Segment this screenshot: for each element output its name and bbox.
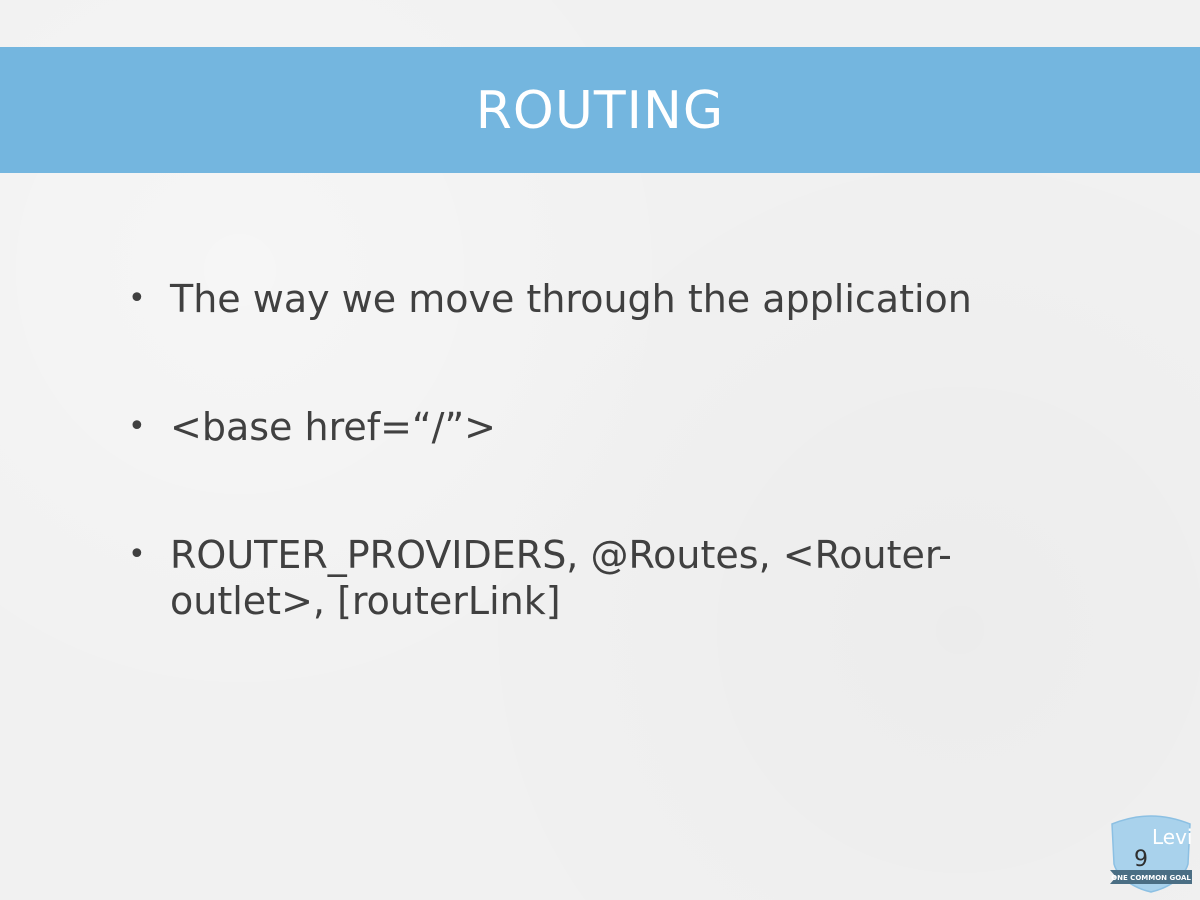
bullet-text: ROUTER_PROVIDERS, @Routes, <Router-outle… (170, 533, 952, 623)
logo-tagline: ONE COMMON GOAL (1111, 874, 1191, 882)
bullet-item: • ROUTER_PROVIDERS, @Routes, <Router-out… (128, 532, 1028, 624)
bullet-icon: • (128, 537, 146, 572)
bullet-item: • The way we move through the applicatio… (128, 276, 1028, 322)
bullet-icon: • (128, 409, 146, 444)
logo-text-digit: 9 (1134, 847, 1148, 872)
bullet-icon: • (128, 281, 146, 316)
slide-canvas: ROUTING • The way we move through the ap… (0, 0, 1200, 900)
slide-title: ROUTING (475, 81, 725, 141)
logo-text-top: Levi (1152, 825, 1193, 849)
bullet-list: • The way we move through the applicatio… (128, 276, 1028, 706)
bullet-item: • <base href=“/”> (128, 404, 1028, 450)
title-bar: ROUTING (0, 47, 1200, 173)
levi9-logo-icon: Levi 9 ONE COMMON GOAL (1110, 815, 1193, 893)
bullet-text: <base href=“/”> (170, 405, 496, 449)
bullet-text: The way we move through the application (170, 277, 972, 321)
